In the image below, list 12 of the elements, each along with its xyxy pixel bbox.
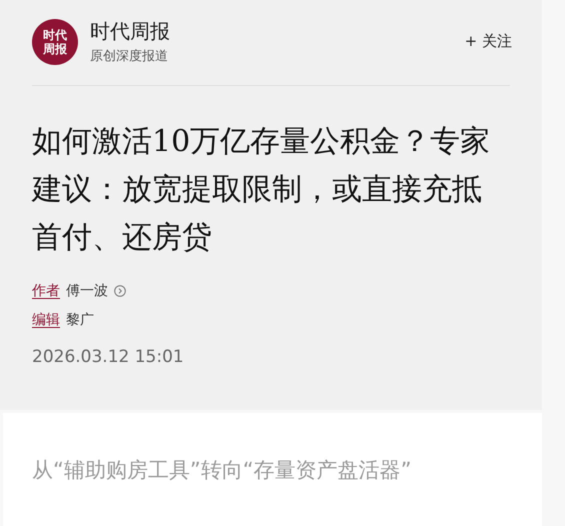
credit-role: 作者 <box>32 282 60 300</box>
section-heading: 从“辅助购房工具”转向“存量资产盘活器” <box>32 457 413 484</box>
article-title: 如何激活10万亿存量公积金？专家建议：放宽提取限制，或直接充抵首付、还房贷 <box>32 123 492 257</box>
publish-date: 2026.03.12 15:01 <box>32 347 185 367</box>
credit-name: 黎广 <box>66 311 94 329</box>
publisher-name: 时代周报 <box>90 18 171 45</box>
logo: 时代周报 <box>32 18 78 64</box>
credit-role: 编辑 <box>32 311 60 329</box>
chevron-right-icon[interactable] <box>114 285 126 297</box>
credit-name[interactable]: 傅一波 <box>66 282 108 300</box>
publisher-tagline: 原创深度报道 <box>90 48 169 65</box>
follow-button[interactable]: + 关注 <box>464 32 512 51</box>
